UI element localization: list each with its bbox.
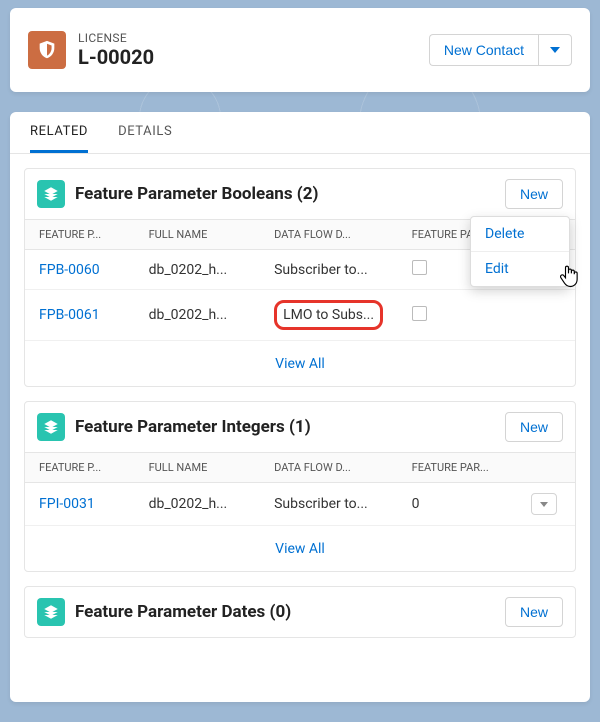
new-button[interactable]: New — [505, 412, 563, 442]
view-all-link[interactable]: View All — [275, 541, 325, 557]
col-data-flow[interactable]: DATA FLOW D... — [264, 453, 402, 483]
section-header-left: Feature Parameter Dates (0) — [37, 598, 291, 626]
new-contact-button[interactable]: New Contact — [429, 34, 538, 66]
checkbox-unchecked[interactable] — [412, 306, 427, 321]
section-header-left: Feature Parameter Booleans (2) — [37, 180, 318, 208]
popover-delete[interactable]: Delete — [471, 217, 569, 252]
view-all-link[interactable]: View All — [275, 356, 325, 372]
cell-data-flow-text: LMO to Subs... — [283, 307, 374, 323]
cell-full-name: db_0202_h... — [139, 250, 265, 290]
section-custom-object-icon — [37, 180, 65, 208]
section-header-left: Feature Parameter Integers (1) — [37, 413, 311, 441]
checkbox-unchecked[interactable] — [412, 260, 427, 275]
record-header-left: LICENSE L-00020 — [28, 31, 154, 69]
cell-actions — [521, 483, 575, 526]
cell-full-name: db_0202_h... — [139, 483, 265, 526]
section-custom-object-icon — [37, 413, 65, 441]
cell-data-flow: Subscriber to... — [264, 250, 402, 290]
cell-data-flow: Subscriber to... — [264, 483, 402, 526]
record-header-text: LICENSE L-00020 — [78, 31, 154, 69]
new-button[interactable]: New — [505, 179, 563, 209]
cell-data-flow: LMO to Subs... — [264, 290, 402, 341]
tab-details[interactable]: DETAILS — [118, 112, 172, 153]
section-feature-parameter-integers: Feature Parameter Integers (1) New FEATU… — [24, 401, 576, 572]
table-header-row: FEATURE P... FULL NAME DATA FLOW D... FE… — [25, 453, 575, 483]
new-button[interactable]: New — [505, 597, 563, 627]
record-header-actions: New Contact — [429, 34, 572, 66]
chevron-down-icon — [550, 47, 560, 53]
cell-full-name: db_0202_h... — [139, 290, 265, 341]
row-actions-button[interactable] — [531, 493, 557, 515]
license-object-icon — [28, 31, 66, 69]
section-header: Feature Parameter Booleans (2) New — [25, 169, 575, 219]
tab-related[interactable]: RELATED — [30, 112, 88, 153]
new-contact-dropdown-button[interactable] — [538, 34, 572, 66]
section-title: Feature Parameter Integers (1) — [75, 417, 311, 437]
col-feature-p[interactable]: FEATURE P... — [25, 453, 139, 483]
section-title: Feature Parameter Booleans (2) — [75, 184, 318, 204]
cell-feature-par — [402, 290, 522, 341]
col-actions — [521, 453, 575, 483]
section-header: Feature Parameter Dates (0) New — [25, 587, 575, 637]
cursor-hand-icon — [555, 262, 583, 294]
record-header-card: LICENSE L-00020 New Contact — [10, 8, 590, 92]
record-link[interactable]: FPI-0031 — [25, 483, 139, 526]
col-data-flow[interactable]: DATA FLOW D... — [264, 220, 402, 250]
cell-feature-par: 0 — [402, 483, 522, 526]
view-all-container: View All — [25, 526, 575, 571]
section-title: Feature Parameter Dates (0) — [75, 602, 291, 622]
col-full-name[interactable]: FULL NAME — [139, 220, 265, 250]
record-link[interactable]: FPB-0061 — [25, 290, 139, 341]
content-card: RELATED DETAILS Feature Parameter Boolea… — [10, 112, 590, 702]
highlighted-value: LMO to Subs... — [274, 300, 383, 330]
table-row: FPI-0031 db_0202_h... Subscriber to... 0 — [25, 483, 575, 526]
section-custom-object-icon — [37, 598, 65, 626]
record-link[interactable]: FPB-0060 — [25, 250, 139, 290]
col-full-name[interactable]: FULL NAME — [139, 453, 265, 483]
section-feature-parameter-dates: Feature Parameter Dates (0) New — [24, 586, 576, 638]
chevron-down-icon — [540, 502, 548, 507]
col-feature-par[interactable]: FEATURE PAR... — [402, 453, 522, 483]
integers-table: FEATURE P... FULL NAME DATA FLOW D... FE… — [25, 452, 575, 526]
table-row: FPB-0061 db_0202_h... LMO to Subs... — [25, 290, 575, 341]
view-all-container: View All — [25, 341, 575, 386]
record-type-label: LICENSE — [78, 31, 154, 45]
section-header: Feature Parameter Integers (1) New — [25, 402, 575, 452]
record-tabs: RELATED DETAILS — [10, 112, 590, 154]
record-title: L-00020 — [78, 45, 154, 69]
cell-actions — [521, 290, 575, 341]
col-feature-p[interactable]: FEATURE P... — [25, 220, 139, 250]
